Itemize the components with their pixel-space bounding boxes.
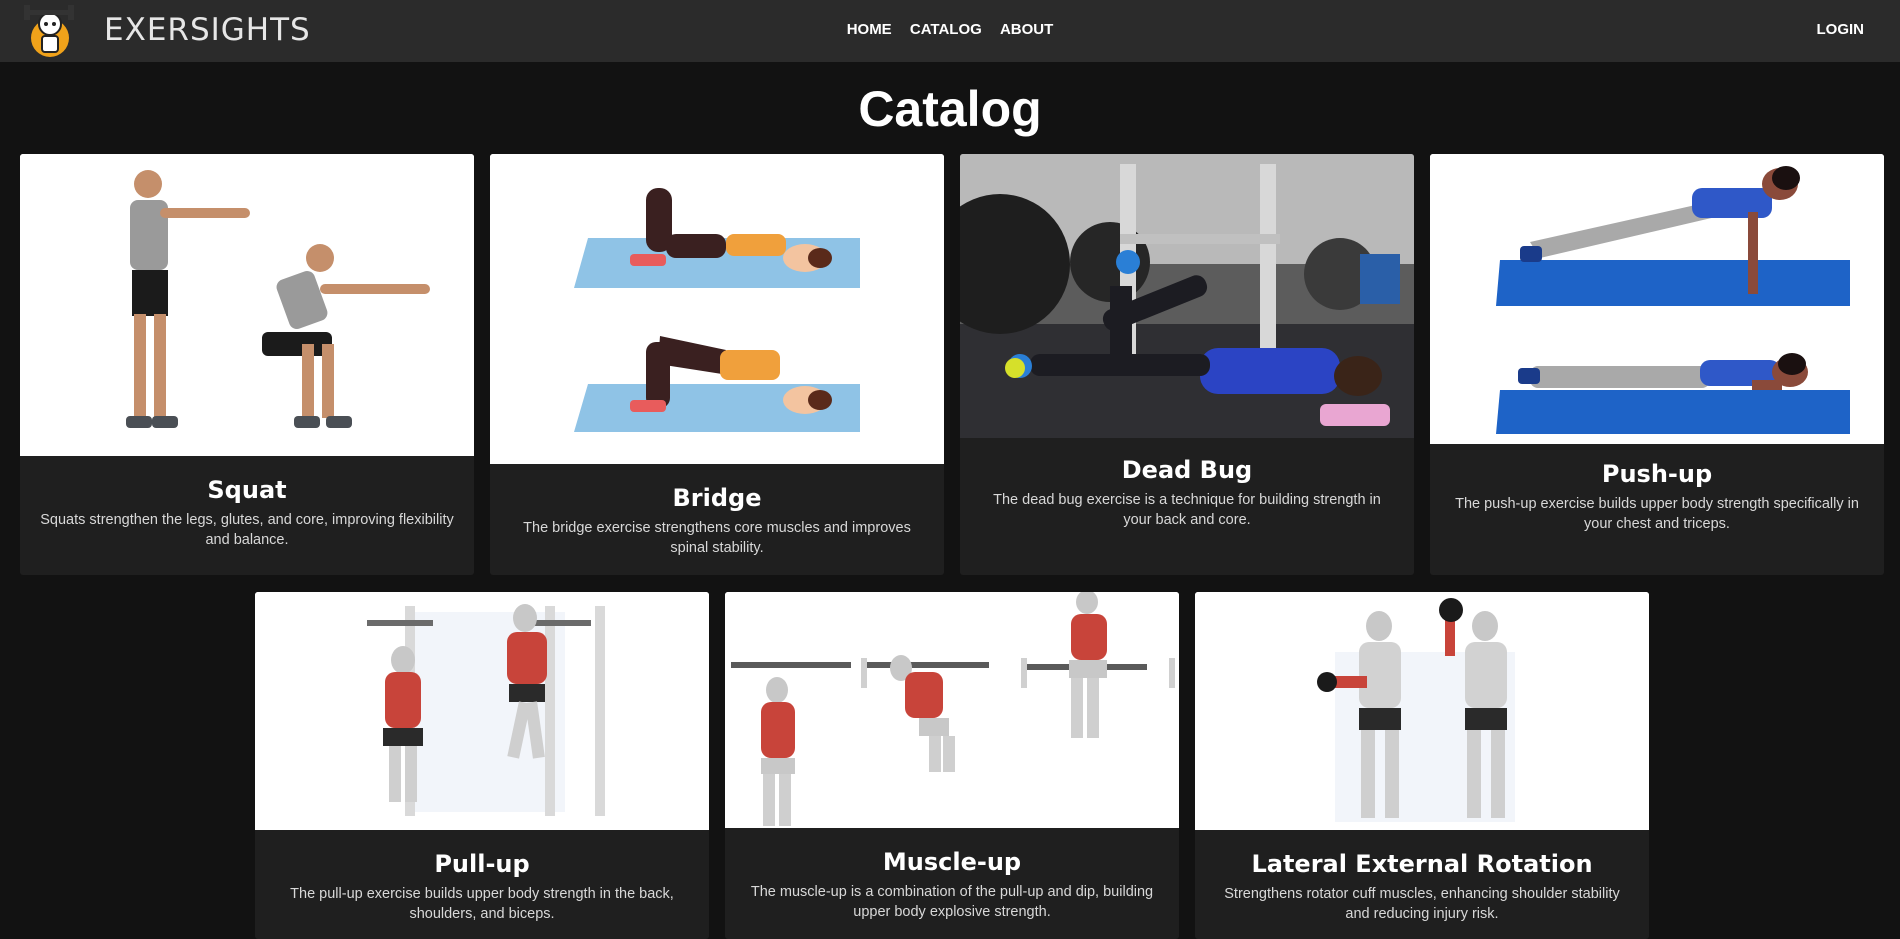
bridge-card-body: Bridge The bridge exercise strengthens c… — [490, 484, 944, 558]
exercise-description: The pull-up exercise builds upper body s… — [290, 886, 674, 922]
pull-up-image — [255, 592, 709, 830]
exercise-card-pull-up[interactable]: Pull-up The pull-up exercise builds uppe… — [255, 592, 709, 939]
exercise-name: Push-up — [1601, 460, 1713, 488]
logo-mascot-icon[interactable] — [22, 2, 84, 58]
exercise-card-muscle-up[interactable]: Muscle-up The muscle-up is a combination… — [725, 592, 1179, 939]
exercise-description: The push-up exercise builds upper body s… — [1455, 496, 1859, 532]
push-up-image — [1430, 154, 1884, 444]
exercise-card-lateral-external-rotation[interactable]: Lateral External Rotation Strengthens ro… — [1195, 592, 1649, 939]
exercise-name: Muscle-up — [882, 848, 1022, 876]
lateral-external-rotation-image — [1195, 592, 1649, 830]
exercise-name: Lateral External Rotation — [1251, 850, 1593, 878]
exercise-name: Bridge — [672, 484, 762, 512]
squat-image — [20, 154, 474, 456]
lateral-external-rotation-card-body: Lateral External Rotation Strengthens ro… — [1195, 850, 1649, 924]
pull-up-card-body: Pull-up The pull-up exercise builds uppe… — [255, 850, 709, 924]
exercise-description: The dead bug exercise is a technique for… — [993, 492, 1381, 528]
dead-bug-image — [960, 154, 1414, 438]
exercise-description: Squats strengthen the legs, glutes, and … — [40, 512, 454, 548]
exercise-card-dead-bug[interactable]: Dead Bug The dead bug exercise is a tech… — [960, 154, 1414, 575]
exercise-card-push-up[interactable]: Push-up The push-up exercise builds uppe… — [1430, 154, 1884, 575]
brand-name[interactable]: EXERSIGHTS — [104, 12, 311, 48]
page-title: Catalog — [858, 81, 1042, 137]
login-link[interactable]: LOGIN — [1817, 21, 1865, 38]
exercise-card-bridge[interactable]: Bridge The bridge exercise strengthens c… — [490, 154, 944, 575]
exercise-name: Squat — [207, 476, 287, 504]
bridge-image — [490, 154, 944, 464]
muscle-up-card-body: Muscle-up The muscle-up is a combination… — [725, 848, 1179, 922]
nav-home-link[interactable]: HOME — [847, 21, 892, 38]
squat-card-body: Squat Squats strengthen the legs, glutes… — [20, 476, 474, 550]
navbar: EXERSIGHTS HOME CATALOG ABOUT LOGIN — [0, 0, 1900, 62]
nav-about-link[interactable]: ABOUT — [1000, 21, 1053, 38]
exercise-name: Pull-up — [434, 850, 530, 878]
exercise-card-squat[interactable]: Squat Squats strengthen the legs, glutes… — [20, 154, 474, 575]
dead-bug-card-body: Dead Bug The dead bug exercise is a tech… — [960, 456, 1414, 530]
muscle-up-image — [725, 592, 1179, 828]
nav-catalog-link[interactable]: CATALOG — [910, 21, 982, 38]
exercise-description: The muscle-up is a combination of the pu… — [750, 884, 1154, 920]
exercise-description: Strengthens rotator cuff muscles, enhanc… — [1224, 886, 1620, 922]
push-up-card-body: Push-up The push-up exercise builds uppe… — [1430, 460, 1884, 534]
exercise-name: Dead Bug — [1121, 456, 1253, 484]
exercise-description: The bridge exercise strengthens core mus… — [523, 520, 911, 556]
